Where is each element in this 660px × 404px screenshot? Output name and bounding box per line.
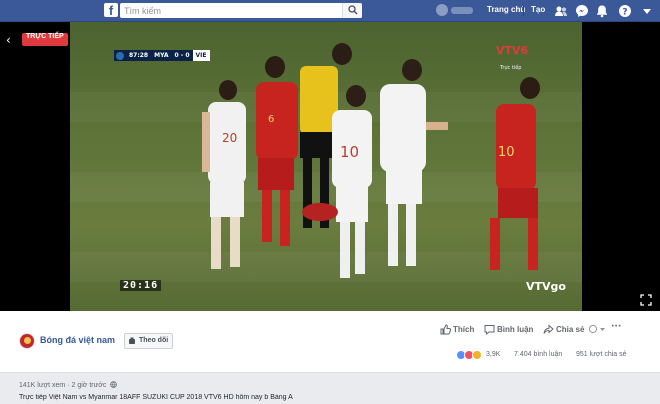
match-clock: 87:28 [129, 52, 149, 59]
profile-shortcut[interactable] [436, 3, 476, 18]
follow-icon [129, 337, 135, 344]
search-input[interactable] [124, 3, 334, 18]
page-avatar[interactable] [19, 333, 35, 349]
video-info-panel: Bóng đá việt nam Theo dõi Thích Bình luậ… [0, 311, 660, 373]
reactions-summary[interactable] [456, 350, 488, 360]
friend-requests-icon[interactable] [554, 4, 568, 18]
svg-text:?: ? [622, 7, 627, 17]
follow-label: Theo dõi [139, 337, 169, 344]
nav-home-link[interactable]: Trang chủ [487, 5, 525, 14]
broadcaster-logo: VTV6 [496, 44, 529, 57]
back-arrow-icon[interactable]: ‹ [6, 33, 11, 47]
shares-count[interactable]: 951 lượt chia sẻ [576, 351, 627, 358]
audience-selector-icon[interactable] [588, 324, 606, 334]
home-team: MYA [154, 52, 169, 59]
share-label: Chia sẻ [556, 325, 585, 334]
thumbs-up-icon [440, 324, 451, 335]
svg-text:10: 10 [498, 145, 515, 160]
score: 0 - 0 [174, 52, 190, 59]
video-player[interactable]: 20 6 10 10 ‹ TRỰC TIẾP 87:28 MYA 0 - 0 V… [0, 22, 660, 311]
meta-separator: · [67, 382, 70, 389]
post-time[interactable]: 2 giờ trước [72, 382, 107, 389]
svg-text:10: 10 [340, 143, 359, 161]
notifications-icon[interactable] [595, 4, 609, 18]
globe-icon [110, 381, 118, 388]
fullscreen-icon[interactable] [640, 294, 652, 306]
away-team: VIE [192, 50, 210, 61]
help-icon[interactable]: ? [618, 4, 632, 18]
follow-button[interactable]: Theo dõi [124, 333, 174, 349]
video-description: Trực tiếp Việt Nam vs Myanmar 18AFF SUZU… [19, 394, 293, 401]
search-icon [348, 5, 358, 15]
live-badge: TRỰC TIẾP [22, 33, 68, 46]
broadcast-timecode: 20:16 [120, 280, 162, 291]
broadcaster-subtitle: Trực tiếp [500, 65, 522, 71]
comment-icon [484, 325, 495, 335]
haha-reaction-icon [472, 350, 482, 360]
vtvgo-watermark: VTVgo [526, 280, 566, 293]
scoreboard-league-logo-icon [116, 51, 124, 60]
more-options-icon[interactable]: ··· [611, 322, 621, 332]
like-label: Thích [453, 325, 475, 334]
reactions-count[interactable]: 3,9K [486, 351, 500, 358]
nav-divider [523, 5, 524, 16]
page-scrollbar[interactable] [652, 373, 660, 404]
page-name-link[interactable]: Bóng đá việt nam [40, 335, 115, 345]
profile-name-blurred [451, 7, 473, 14]
facebook-logo[interactable]: f [104, 3, 118, 17]
messenger-icon[interactable] [575, 4, 589, 18]
svg-text:6: 6 [268, 114, 274, 125]
comment-label: Bình luận [497, 325, 534, 334]
view-count: 141K lượt xem [19, 382, 66, 389]
avatar [436, 4, 448, 16]
top-navigation-bar: f Trang chủ Tạo ? [0, 0, 660, 22]
video-meta: 141K lượt xem · 2 giờ trước [19, 381, 118, 389]
share-icon [543, 324, 554, 334]
svg-text:20: 20 [222, 131, 237, 145]
nav-create-link[interactable]: Tạo [531, 5, 545, 14]
search-box [120, 3, 362, 18]
search-button[interactable] [342, 3, 362, 18]
account-menu-icon[interactable] [640, 4, 654, 18]
comments-count[interactable]: 7.404 bình luận [514, 351, 562, 358]
scoreboard: 87:28 MYA 0 - 0 VIE [114, 50, 210, 61]
